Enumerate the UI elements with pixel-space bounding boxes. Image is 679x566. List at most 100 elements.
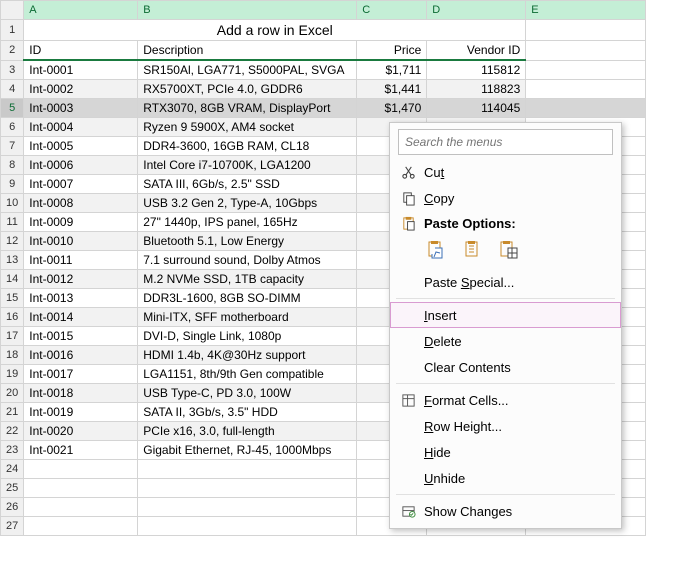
row-header-16[interactable]: 16 — [1, 308, 24, 327]
cell-desc[interactable]: RX5700XT, PCIe 4.0, GDDR6 — [138, 80, 357, 99]
paste-formatting-button[interactable] — [496, 237, 522, 263]
row-header-1[interactable]: 1 — [1, 20, 24, 41]
cell-vendor[interactable]: 118823 — [427, 80, 526, 99]
cell-vendor[interactable]: 114045 — [427, 99, 526, 118]
cell-desc[interactable]: RTX3070, 8GB VRAM, DisplayPort — [138, 99, 357, 118]
cell-desc[interactable]: DDR3L-1600, 8GB SO-DIMM — [138, 289, 357, 308]
paste-keep-source-button[interactable] — [424, 237, 450, 263]
row-1[interactable]: 1Add a row in Excel — [1, 20, 646, 41]
row-header-12[interactable]: 12 — [1, 232, 24, 251]
cell-id[interactable]: Int-0014 — [24, 308, 138, 327]
cell-id[interactable]: Int-0007 — [24, 175, 138, 194]
empty-cell[interactable] — [24, 498, 138, 517]
row-header-8[interactable]: 8 — [1, 156, 24, 175]
cell-id[interactable]: Int-0021 — [24, 441, 138, 460]
cell-id[interactable]: Int-0013 — [24, 289, 138, 308]
cell-price[interactable]: $1,441 — [357, 80, 427, 99]
cell-desc[interactable]: DVI-D, Single Link, 1080p — [138, 327, 357, 346]
title-cell[interactable]: Add a row in Excel — [24, 20, 526, 41]
row-header-5[interactable]: 5 — [1, 99, 24, 118]
cell-desc[interactable]: DDR4-3600, 16GB RAM, CL18 — [138, 137, 357, 156]
row-header-2[interactable]: 2 — [1, 41, 24, 61]
cell-E1[interactable] — [526, 20, 646, 41]
row-header-20[interactable]: 20 — [1, 384, 24, 403]
cell-id[interactable]: Int-0016 — [24, 346, 138, 365]
menu-row-height[interactable]: Row Height... — [390, 413, 621, 439]
cell-id[interactable]: Int-0010 — [24, 232, 138, 251]
row-header-25[interactable]: 25 — [1, 479, 24, 498]
col-header-B[interactable]: B — [138, 1, 357, 20]
cell-desc[interactable]: SATA III, 6Gb/s, 2.5" SSD — [138, 175, 357, 194]
cell-id[interactable]: Int-0018 — [24, 384, 138, 403]
col-header-A[interactable]: A — [24, 1, 138, 20]
cell-id[interactable]: Int-0001 — [24, 60, 138, 80]
cell-id[interactable]: Int-0017 — [24, 365, 138, 384]
row-4[interactable]: 4Int-0002RX5700XT, PCIe 4.0, GDDR6$1,441… — [1, 80, 646, 99]
row-3[interactable]: 3Int-0001SR150Al, LGA771, S5000PAL, SVGA… — [1, 60, 646, 80]
row-header-21[interactable]: 21 — [1, 403, 24, 422]
row-header-10[interactable]: 10 — [1, 194, 24, 213]
header-vendor[interactable]: Vendor ID — [427, 41, 526, 61]
cell-id[interactable]: Int-0002 — [24, 80, 138, 99]
cell-id[interactable]: Int-0003 — [24, 99, 138, 118]
cell-desc[interactable]: SR150Al, LGA771, S5000PAL, SVGA — [138, 60, 357, 80]
row-header-17[interactable]: 17 — [1, 327, 24, 346]
row-header-26[interactable]: 26 — [1, 498, 24, 517]
empty-cell[interactable] — [138, 517, 357, 536]
row-header-27[interactable]: 27 — [1, 517, 24, 536]
cell-desc[interactable]: Intel Core i7-10700K, LGA1200 — [138, 156, 357, 175]
menu-show-changes[interactable]: Show Changes — [390, 498, 621, 524]
cell-id[interactable]: Int-0004 — [24, 118, 138, 137]
cell-desc[interactable]: Gigabit Ethernet, RJ-45, 1000Mbps — [138, 441, 357, 460]
cell-id[interactable]: Int-0006 — [24, 156, 138, 175]
row-header-15[interactable]: 15 — [1, 289, 24, 308]
empty-cell[interactable] — [138, 479, 357, 498]
row-header-7[interactable]: 7 — [1, 137, 24, 156]
row-header-13[interactable]: 13 — [1, 251, 24, 270]
row-2[interactable]: 2IDDescriptionPriceVendor ID — [1, 41, 646, 61]
cell-desc[interactable]: LGA1151, 8th/9th Gen compatible — [138, 365, 357, 384]
empty-cell[interactable] — [24, 460, 138, 479]
row-header-9[interactable]: 9 — [1, 175, 24, 194]
cell-E2[interactable] — [526, 41, 646, 61]
cell-vendor[interactable]: 115812 — [427, 60, 526, 80]
header-id[interactable]: ID — [24, 41, 138, 61]
menu-unhide[interactable]: Unhide — [390, 465, 621, 491]
menu-delete[interactable]: Delete — [390, 328, 621, 354]
menu-clear-contents[interactable]: Clear Contents — [390, 354, 621, 380]
paste-values-button[interactable] — [460, 237, 486, 263]
cell-id[interactable]: Int-0019 — [24, 403, 138, 422]
cell-id[interactable]: Int-0020 — [24, 422, 138, 441]
cell-id[interactable]: Int-0009 — [24, 213, 138, 232]
cell-desc[interactable]: Ryzen 9 5900X, AM4 socket — [138, 118, 357, 137]
header-desc[interactable]: Description — [138, 41, 357, 61]
cell-desc[interactable]: 27" 1440p, IPS panel, 165Hz — [138, 213, 357, 232]
row-header-24[interactable]: 24 — [1, 460, 24, 479]
cell-desc[interactable]: Bluetooth 5.1, Low Energy — [138, 232, 357, 251]
row-5[interactable]: 5Int-0003RTX3070, 8GB VRAM, DisplayPort$… — [1, 99, 646, 118]
row-header-14[interactable]: 14 — [1, 270, 24, 289]
cell-id[interactable]: Int-0011 — [24, 251, 138, 270]
cell-desc[interactable]: 7.1 surround sound, Dolby Atmos — [138, 251, 357, 270]
row-header-11[interactable]: 11 — [1, 213, 24, 232]
cell-desc[interactable]: M.2 NVMe SSD, 1TB capacity — [138, 270, 357, 289]
menu-insert[interactable]: Insert — [390, 302, 621, 328]
menu-copy[interactable]: Copy — [390, 185, 621, 211]
col-header-C[interactable]: C — [357, 1, 427, 20]
cell-desc[interactable]: SATA II, 3Gb/s, 3.5" HDD — [138, 403, 357, 422]
menu-hide[interactable]: Hide — [390, 439, 621, 465]
cell-desc[interactable]: USB 3.2 Gen 2, Type-A, 10Gbps — [138, 194, 357, 213]
menu-format-cells[interactable]: Format Cells... — [390, 387, 621, 413]
cell-price[interactable]: $1,711 — [357, 60, 427, 80]
cell-E4[interactable] — [526, 80, 646, 99]
header-price[interactable]: Price — [357, 41, 427, 61]
menu-search-input[interactable] — [398, 129, 613, 155]
cell-id[interactable]: Int-0012 — [24, 270, 138, 289]
row-header-3[interactable]: 3 — [1, 60, 24, 80]
cell-desc[interactable]: Mini-ITX, SFF motherboard — [138, 308, 357, 327]
menu-paste-special[interactable]: Paste Special... — [390, 269, 621, 295]
col-header-D[interactable]: D — [427, 1, 526, 20]
empty-cell[interactable] — [24, 479, 138, 498]
menu-cut[interactable]: Cut — [390, 159, 621, 185]
row-header-4[interactable]: 4 — [1, 80, 24, 99]
